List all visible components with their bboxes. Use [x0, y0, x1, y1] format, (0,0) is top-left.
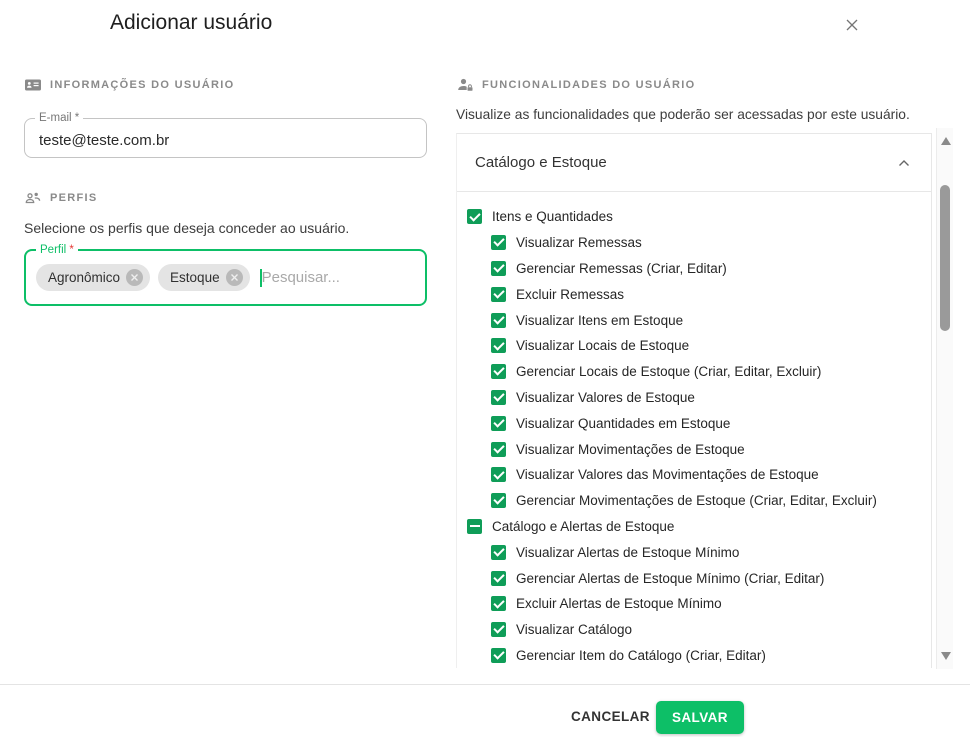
feature-label: Visualizar Movimentações de Estoque — [516, 442, 745, 457]
checkbox-checked-icon[interactable] — [491, 442, 506, 457]
feature-row[interactable]: Visualizar Movimentações de Estoque — [457, 436, 931, 462]
feature-label: Visualizar Quantidades em Estoque — [516, 416, 730, 431]
features-section-title: FUNCIONALIDADES DO USUÁRIO — [482, 79, 695, 91]
chip-remove-icon[interactable] — [126, 269, 143, 286]
feature-row[interactable]: Gerenciar Locais de Estoque (Criar, Edit… — [457, 359, 931, 385]
save-button[interactable]: SALVAR — [656, 701, 744, 734]
close-icon — [845, 18, 859, 37]
feature-label: Visualizar Valores das Movimentações de … — [516, 467, 819, 482]
checkbox-checked-icon[interactable] — [491, 313, 506, 328]
feature-label: Visualizar Alertas de Estoque Mínimo — [516, 545, 739, 560]
checkbox-checked-icon[interactable] — [491, 571, 506, 586]
cancel-button[interactable]: CANCELAR — [561, 701, 660, 732]
close-button[interactable] — [843, 18, 861, 36]
feature-row[interactable]: Visualizar Alertas de Estoque Mínimo — [457, 539, 931, 565]
feature-row[interactable]: Excluir Alertas de Estoque Mínimo — [457, 591, 931, 617]
add-user-dialog: Adicionar usuário INFORMAÇÕES DO USUÁRIO… — [0, 0, 970, 737]
checkbox-checked-icon[interactable] — [491, 622, 506, 637]
checkbox-checked-icon[interactable] — [491, 493, 506, 508]
scrollbar-thumb[interactable] — [940, 185, 950, 331]
chevron-up-icon[interactable] — [895, 154, 913, 172]
feature-label: Gerenciar Alertas de Estoque Mínimo (Cri… — [516, 571, 824, 586]
feature-label: Excluir Alertas de Estoque Mínimo — [516, 596, 722, 611]
feature-label: Visualizar Catálogo — [516, 622, 632, 637]
feature-label: Visualizar Remessas — [516, 235, 642, 250]
features-scrollbar[interactable] — [936, 128, 953, 669]
profiles-section-title: PERFIS — [50, 192, 98, 204]
feature-label: Catálogo e Alertas de Estoque — [492, 519, 674, 534]
user-info-section-title: INFORMAÇÕES DO USUÁRIO — [50, 79, 234, 91]
feature-label: Gerenciar Locais de Estoque (Criar, Edit… — [516, 364, 821, 379]
checkbox-checked-icon[interactable] — [491, 467, 506, 482]
checkbox-checked-icon[interactable] — [491, 261, 506, 276]
group-people-icon — [24, 189, 42, 207]
features-column: FUNCIONALIDADES DO USUÁRIO Visualize as … — [456, 76, 952, 122]
profile-search-input[interactable] — [262, 269, 402, 286]
profile-chip[interactable]: Estoque — [158, 264, 250, 291]
features-description: Visualize as funcionalidades que poderão… — [456, 107, 952, 122]
feature-row[interactable]: Visualizar Valores das Movimentações de … — [457, 462, 931, 488]
user-info-section-header: INFORMAÇÕES DO USUÁRIO — [24, 76, 427, 94]
checkbox-indeterminate-icon[interactable] — [467, 519, 482, 534]
feature-label: Itens e Quantidades — [492, 209, 613, 224]
profile-chip[interactable]: Agronômico — [36, 264, 150, 291]
feature-label: Gerenciar Item do Catálogo (Criar, Edita… — [516, 648, 766, 663]
feature-row[interactable]: Visualizar Catálogo — [457, 617, 931, 643]
feature-label: Visualizar Itens em Estoque — [516, 313, 683, 328]
checkbox-checked-icon[interactable] — [491, 364, 506, 379]
features-section-header: FUNCIONALIDADES DO USUÁRIO — [456, 76, 952, 94]
feature-row[interactable]: Visualizar Valores de Estoque — [457, 385, 931, 411]
feature-row[interactable]: Itens e Quantidades — [457, 204, 931, 230]
email-input[interactable] — [39, 132, 420, 149]
feature-label: Excluir Remessas — [516, 287, 624, 302]
profile-field-label: Perfil * — [36, 244, 78, 256]
checkbox-checked-icon[interactable] — [491, 545, 506, 560]
feature-list: Itens e Quantidades Visualizar Remessas … — [457, 192, 931, 668]
email-field[interactable]: E-mail * — [24, 112, 427, 158]
scrollbar-up-arrow[interactable] — [941, 137, 951, 145]
checkbox-checked-icon[interactable] — [491, 416, 506, 431]
checkbox-checked-icon[interactable] — [491, 235, 506, 250]
scrollbar-down-arrow[interactable] — [941, 652, 951, 660]
checkbox-checked-icon[interactable] — [491, 648, 506, 663]
feature-row[interactable]: Visualizar Locais de Estoque — [457, 333, 931, 359]
feature-row[interactable]: Catálogo e Alertas de Estoque — [457, 514, 931, 540]
feature-label: Visualizar Locais de Estoque — [516, 338, 689, 353]
profiles-description: Selecione os perfis que deseja conceder … — [24, 220, 427, 236]
checkbox-checked-icon[interactable] — [491, 390, 506, 405]
profiles-section-header: PERFIS — [24, 189, 427, 207]
badge-card-icon — [24, 76, 42, 94]
profile-multiselect-field[interactable]: Perfil * Agronômico Estoque — [24, 244, 427, 306]
footer: CANCELAR SALVAR — [0, 685, 970, 737]
feature-label: Gerenciar Remessas (Criar, Editar) — [516, 261, 727, 276]
feature-row[interactable]: Visualizar Itens em Estoque — [457, 307, 931, 333]
chip-label: Agronômico — [48, 270, 120, 285]
user-info-column: INFORMAÇÕES DO USUÁRIO E-mail * PERFIS S… — [24, 76, 427, 306]
lock-person-icon — [456, 76, 474, 94]
checkbox-checked-icon[interactable] — [491, 338, 506, 353]
feature-row[interactable]: Gerenciar Alertas de Estoque Mínimo (Cri… — [457, 565, 931, 591]
profile-chips-row: Agronômico Estoque — [26, 256, 425, 291]
feature-row[interactable]: Gerenciar Item do Catálogo (Criar, Edita… — [457, 643, 931, 668]
accordion-catalogo-estoque[interactable]: Catálogo e Estoque — [457, 134, 931, 192]
dialog-title: Adicionar usuário — [110, 11, 272, 35]
feature-row[interactable]: Gerenciar Remessas (Criar, Editar) — [457, 256, 931, 282]
feature-row[interactable]: Visualizar Remessas — [457, 230, 931, 256]
profile-search-wrap — [260, 269, 402, 287]
accordion-title: Catálogo e Estoque — [475, 154, 607, 171]
features-panel: Catálogo e Estoque Itens e Quantidades V… — [456, 133, 932, 668]
feature-label: Visualizar Valores de Estoque — [516, 390, 695, 405]
feature-row[interactable]: Gerenciar Movimentações de Estoque (Cria… — [457, 488, 931, 514]
checkbox-checked-icon[interactable] — [491, 287, 506, 302]
checkbox-checked-icon[interactable] — [491, 596, 506, 611]
checkbox-checked-icon[interactable] — [467, 209, 482, 224]
feature-label: Gerenciar Movimentações de Estoque (Cria… — [516, 493, 877, 508]
feature-row[interactable]: Visualizar Quantidades em Estoque — [457, 410, 931, 436]
email-label: E-mail * — [35, 112, 83, 124]
feature-row[interactable]: Excluir Remessas — [457, 281, 931, 307]
required-asterisk: * — [69, 244, 73, 256]
chip-remove-icon[interactable] — [226, 269, 243, 286]
chip-label: Estoque — [170, 270, 220, 285]
